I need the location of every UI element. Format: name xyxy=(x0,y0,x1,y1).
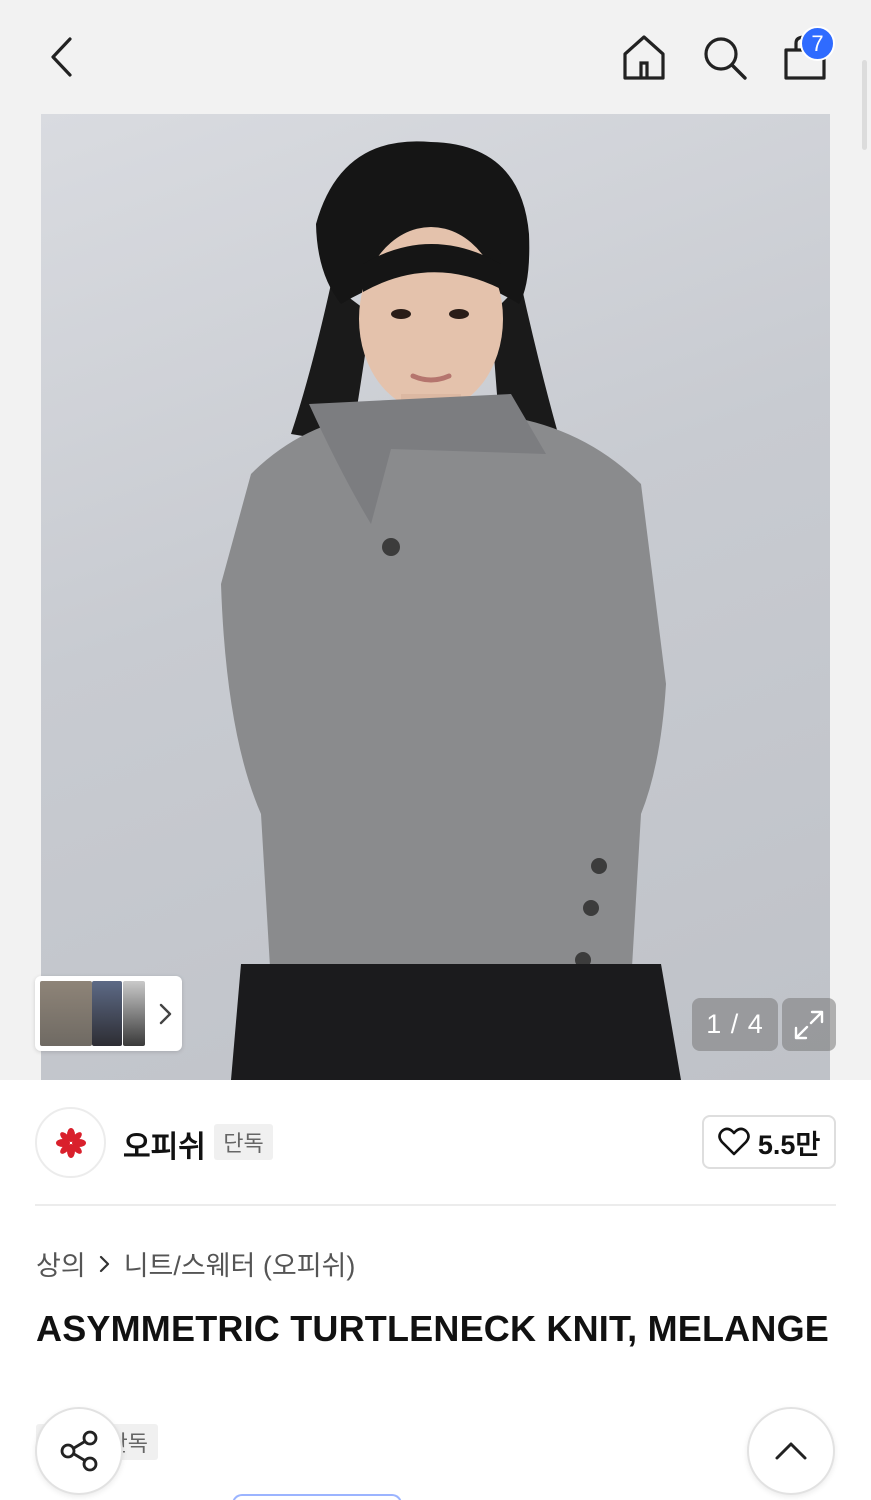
brand-name[interactable]: 오피쉬 xyxy=(123,1122,206,1166)
exclusive-tag: 단독 xyxy=(214,1124,273,1160)
share-button[interactable] xyxy=(35,1407,123,1495)
expand-icon xyxy=(794,1010,824,1039)
heart-icon xyxy=(718,1127,750,1156)
breadcrumb: 상의 니트/스웨터 (오피쉬) xyxy=(36,1244,355,1283)
product-page: 7 1 / 4 오피쉬 단독 5.5만 상의 니트/스웨터 (오피쉬) ASYM… xyxy=(0,0,871,1500)
thumbnail-2[interactable] xyxy=(92,981,122,1046)
image-counter: 1 / 4 xyxy=(692,998,778,1051)
thumbnail-1[interactable] xyxy=(40,981,92,1046)
chevron-left-icon xyxy=(51,37,72,77)
home-button[interactable] xyxy=(619,32,669,82)
bottom-button-edge[interactable] xyxy=(232,1494,402,1500)
home-icon xyxy=(623,35,665,80)
share-icon xyxy=(60,1430,98,1472)
breadcrumb-subcategory[interactable]: 니트/스웨터 (오피쉬) xyxy=(124,1244,356,1283)
search-button[interactable] xyxy=(699,32,749,82)
breadcrumb-category[interactable]: 상의 xyxy=(36,1244,86,1283)
chevron-right-icon xyxy=(99,1255,109,1272)
product-main-image[interactable] xyxy=(41,114,830,1080)
thumbnail-3[interactable] xyxy=(123,981,145,1046)
product-title: ASYMMETRIC TURTLENECK KNIT, MELANGE xyxy=(36,1308,829,1349)
chevron-right-icon[interactable] xyxy=(156,1000,176,1028)
like-button[interactable]: 5.5만 xyxy=(702,1115,836,1169)
model-illustration xyxy=(221,141,681,1080)
brand-logo[interactable] xyxy=(35,1107,106,1178)
back-button[interactable] xyxy=(38,32,88,82)
expand-button[interactable] xyxy=(782,998,836,1051)
scrollbar[interactable] xyxy=(862,60,867,150)
search-icon xyxy=(704,37,747,80)
cart-count-badge: 7 xyxy=(800,26,835,61)
top-nav-bar: 7 xyxy=(0,0,871,114)
divider xyxy=(35,1204,836,1206)
chevron-up-icon xyxy=(775,1442,807,1460)
asterisk-flower-icon xyxy=(55,1127,86,1158)
scroll-top-button[interactable] xyxy=(747,1407,835,1495)
like-count: 5.5만 xyxy=(757,1129,821,1160)
